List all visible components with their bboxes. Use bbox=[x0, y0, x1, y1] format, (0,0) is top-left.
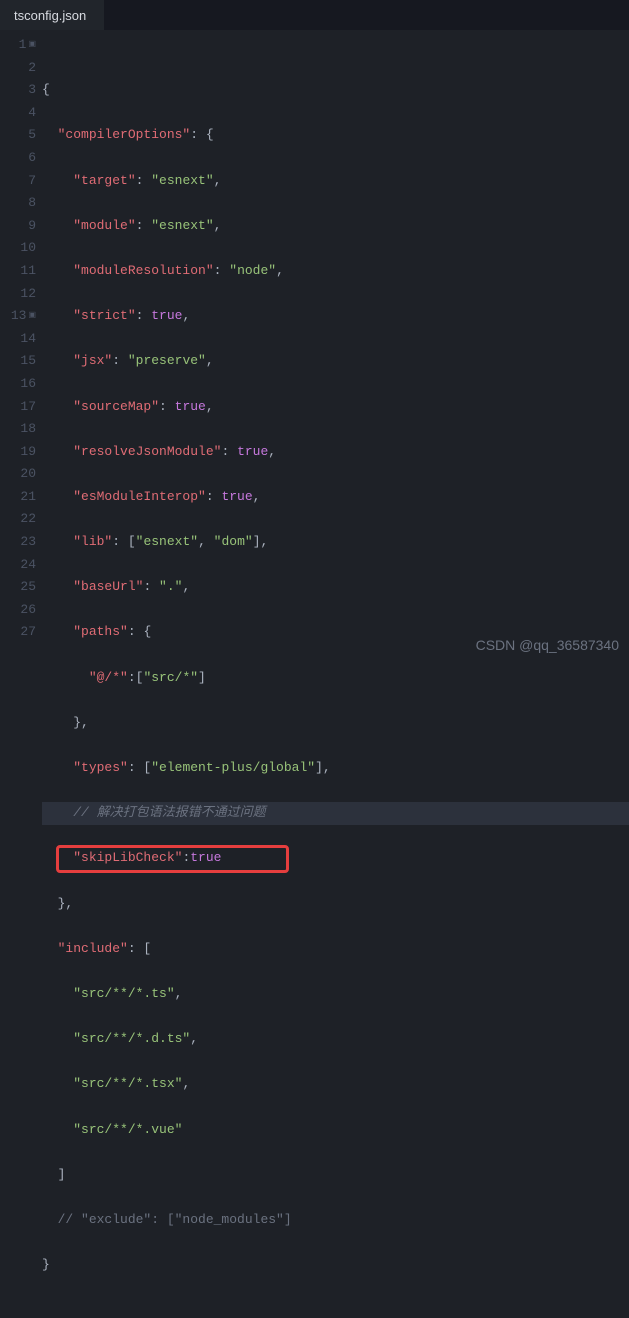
code-line: "src/**/*.ts", bbox=[42, 983, 629, 1006]
code-line: "resolveJsonModule": true, bbox=[42, 441, 629, 464]
code-line: "strict": true, bbox=[42, 305, 629, 328]
line-number: 6 bbox=[0, 147, 36, 170]
line-number: 25 bbox=[0, 576, 36, 599]
line-number: 14 bbox=[0, 328, 36, 351]
code-line: "types": ["element-plus/global"], bbox=[42, 757, 629, 780]
line-number: 23 bbox=[0, 531, 36, 554]
line-number: 2 bbox=[0, 57, 36, 80]
line-number: 17 bbox=[0, 396, 36, 419]
code-line: { bbox=[42, 79, 629, 102]
line-number: 27 bbox=[0, 621, 36, 644]
line-number: 12 bbox=[0, 283, 36, 306]
line-number: 21 bbox=[0, 486, 36, 509]
line-number: 19 bbox=[0, 441, 36, 464]
watermark: CSDN @qq_36587340 bbox=[476, 637, 619, 653]
fold-icon[interactable]: ▣ bbox=[28, 41, 36, 49]
code-line: "jsx": "preserve", bbox=[42, 350, 629, 373]
code-line: ] bbox=[42, 1164, 629, 1187]
code-line: "baseUrl": ".", bbox=[42, 576, 629, 599]
code-line: "esModuleInterop": true, bbox=[42, 486, 629, 509]
line-number: 11 bbox=[0, 260, 36, 283]
line-number: 16 bbox=[0, 373, 36, 396]
line-number: 3 bbox=[0, 79, 36, 102]
code-line: "include": [ bbox=[42, 938, 629, 961]
code-line: }, bbox=[42, 893, 629, 916]
line-number: 9 bbox=[0, 215, 36, 238]
gutter: 1▣2345678910111213▣141516171819202122232… bbox=[0, 34, 42, 659]
line-number: 8 bbox=[0, 192, 36, 215]
code-line: "moduleResolution": "node", bbox=[42, 260, 629, 283]
line-number: 20 bbox=[0, 463, 36, 486]
tab-tsconfig[interactable]: tsconfig.json bbox=[0, 0, 104, 30]
line-number: 13▣ bbox=[0, 305, 36, 328]
line-number: 24 bbox=[0, 554, 36, 577]
code-line: "module": "esnext", bbox=[42, 215, 629, 238]
code-line: "src/**/*.tsx", bbox=[42, 1073, 629, 1096]
editor: 1▣2345678910111213▣141516171819202122232… bbox=[0, 30, 629, 659]
tab-filename: tsconfig.json bbox=[14, 8, 86, 23]
line-number: 5 bbox=[0, 124, 36, 147]
code-line: "sourceMap": true, bbox=[42, 396, 629, 419]
code-line: } bbox=[42, 1254, 629, 1277]
code-line: }, bbox=[42, 712, 629, 735]
line-number: 10 bbox=[0, 237, 36, 260]
code-line: "compilerOptions": { bbox=[42, 124, 629, 147]
code-line: "target": "esnext", bbox=[42, 170, 629, 193]
code-line: "lib": ["esnext", "dom"], bbox=[42, 531, 629, 554]
fold-icon[interactable]: ▣ bbox=[28, 312, 36, 320]
line-number: 1▣ bbox=[0, 34, 36, 57]
code-line: "src/**/*.vue" bbox=[42, 1119, 629, 1142]
tab-bar: tsconfig.json bbox=[0, 0, 629, 30]
line-number: 4 bbox=[0, 102, 36, 125]
code-line: "src/**/*.d.ts", bbox=[42, 1028, 629, 1051]
line-number: 7 bbox=[0, 170, 36, 193]
line-number: 22 bbox=[0, 508, 36, 531]
code-area[interactable]: { "compilerOptions": { "target": "esnext… bbox=[42, 34, 629, 659]
line-number: 18 bbox=[0, 418, 36, 441]
line-number: 15 bbox=[0, 350, 36, 373]
code-line: "@/*":["src/*"] bbox=[42, 667, 629, 690]
line-number: 26 bbox=[0, 599, 36, 622]
code-line: // 解决打包语法报错不通过问题 bbox=[42, 802, 629, 825]
code-line: // "exclude": ["node_modules"] bbox=[42, 1209, 629, 1232]
code-line-highlight: "skipLibCheck":true bbox=[42, 847, 629, 870]
